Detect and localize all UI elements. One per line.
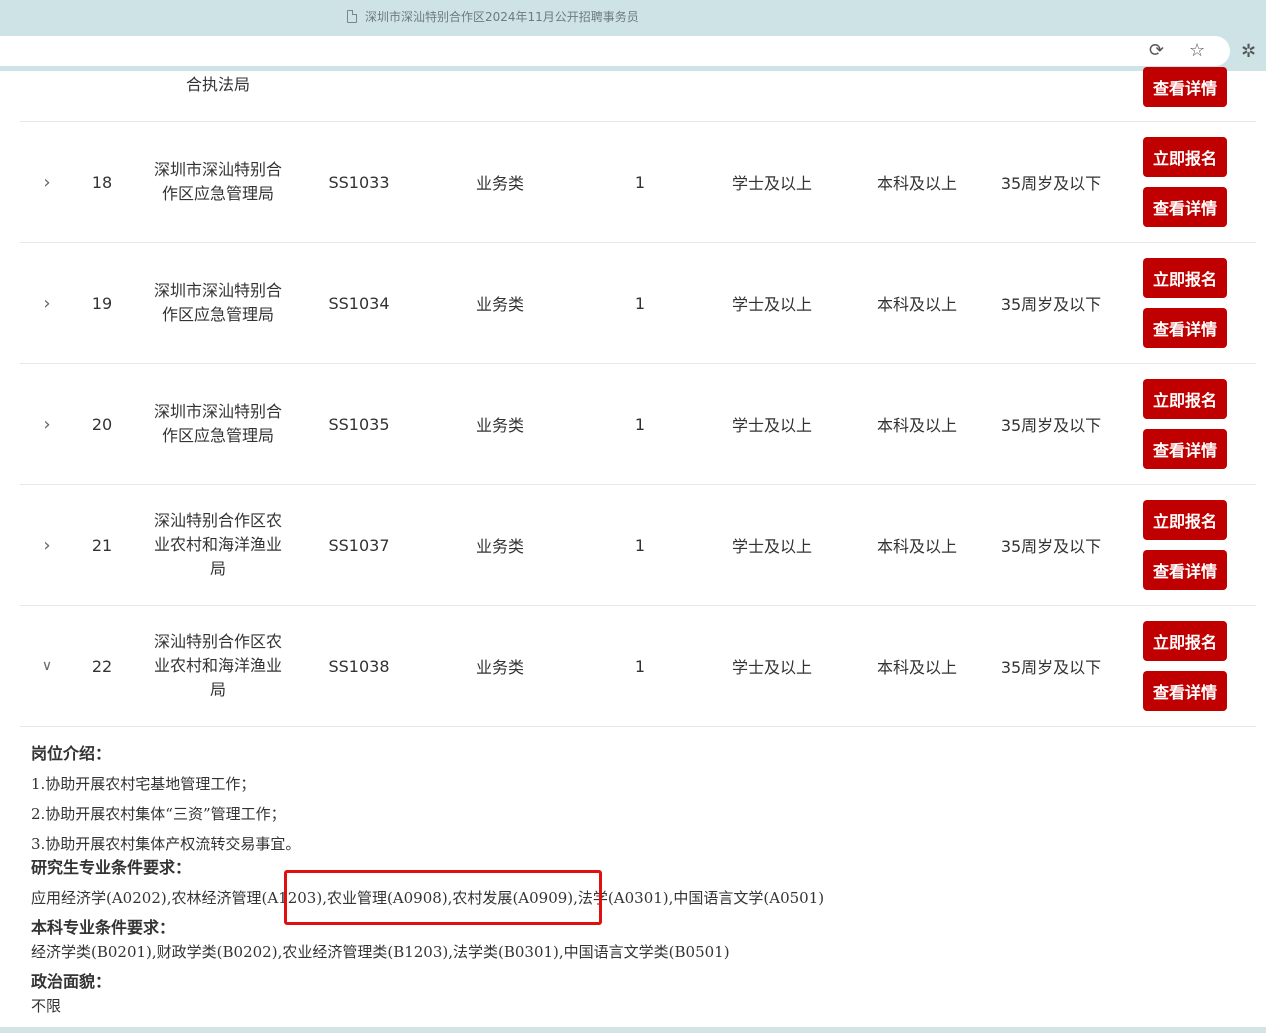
action-buttons: 查看详情 [1143,67,1227,117]
education-req: 本科及以上 [876,537,957,556]
view-details-button[interactable]: 查看详情 [1143,550,1227,590]
chevron-right-icon[interactable]: › [32,485,62,605]
row-number: 21 [91,535,113,555]
url-input[interactable]: ⟳ ☆ [0,36,1230,66]
position-detail: 岗位介绍： 1.协助开展农村宅基地管理工作； 2.协助开展农村集体“三资”管理工… [31,742,1231,1024]
age-req: 35周岁及以下 [1000,658,1102,677]
degree-req: 学士及以上 [731,416,812,435]
political-heading: 政治面貌： [31,972,112,991]
view-details-button[interactable]: 查看详情 [1143,429,1227,469]
degree-req: 学士及以上 [731,537,812,556]
unit-cell: 深汕特别合作区农业农村和海洋渔业局 [153,632,282,699]
apply-button[interactable]: 立即报名 [1143,500,1227,540]
action-buttons: 立即报名 查看详情 [1143,364,1227,484]
undergrad-req-text: 经济学类(B0201),财政学类(B0202),农业经济管理类(B1203),法… [31,943,730,961]
table-row: › 20 深圳市深汕特别合作区应急管理局 SS1035 业务类 1 学士及以上 … [20,364,1256,485]
refresh-icon[interactable]: ⟳ [1149,41,1164,61]
table-row-expanded: ∨ 22 深汕特别合作区农业农村和海洋渔业局 SS1038 业务类 1 学士及以… [20,606,1256,727]
position-code: SS1037 [328,535,390,555]
action-buttons: 立即报名 查看详情 [1143,485,1227,605]
tab-title-area[interactable]: 深圳市深汕特别合作区2024年11月公开招聘事务员 [347,8,639,25]
unit-cell: 深圳市深汕特别合作区应急管理局 [153,281,282,324]
political-text: 不限 [31,997,62,1015]
view-details-button[interactable]: 查看详情 [1143,671,1227,711]
education-req: 本科及以上 [876,658,957,677]
highlight-annotation [284,870,602,925]
position-code: SS1038 [328,656,390,676]
education-req: 本科及以上 [876,295,957,314]
intro-line: 2.协助开展农村集体“三资”管理工作； [31,805,286,823]
address-bar: ⟳ ☆ ✲ [0,34,1266,68]
headcount: 1 [634,535,646,555]
degree-req: 学士及以上 [731,295,812,314]
document-icon [347,10,357,23]
age-req: 35周岁及以下 [1000,416,1102,435]
table-row: › 19 深圳市深汕特别合作区应急管理局 SS1034 业务类 1 学士及以上 … [20,243,1256,364]
headcount: 1 [634,293,646,313]
position-type: 业务类 [475,658,524,677]
view-details-button[interactable]: 查看详情 [1143,308,1227,348]
star-icon[interactable]: ☆ [1189,41,1205,61]
browser-title-bar: 深圳市深汕特别合作区2024年11月公开招聘事务员 [0,0,1266,34]
tab-title: 深圳市深汕特别合作区2024年11月公开招聘事务员 [365,10,639,24]
intro-heading: 岗位介绍： [31,744,112,763]
headcount: 1 [634,414,646,434]
education-req: 本科及以上 [876,416,957,435]
apply-button[interactable]: 立即报名 [1143,621,1227,661]
age-req: 35周岁及以下 [1000,295,1102,314]
grad-req-heading: 研究生专业条件要求： [31,858,192,877]
unit-cell: 深圳市深汕特别合作区应急管理局 [153,402,282,445]
row-number: 18 [91,172,113,192]
job-table: 合执法局 查看详情 › 18 深圳市深汕特别合作区应急管理局 SS1033 业务… [20,67,1256,727]
table-row-partial: 合执法局 查看详情 [20,67,1256,122]
unit-cell: 深圳市深汕特别合作区应急管理局 [153,160,282,203]
chevron-right-icon[interactable]: › [32,364,62,484]
age-req: 35周岁及以下 [1000,174,1102,193]
position-code: SS1034 [328,293,390,313]
apply-button[interactable]: 立即报名 [1143,258,1227,298]
degree-req: 学士及以上 [731,658,812,677]
action-buttons: 立即报名 查看详情 [1143,606,1227,726]
position-type: 业务类 [475,416,524,435]
undergrad-req-heading: 本科专业条件要求： [31,918,176,937]
extensions-icon[interactable]: ✲ [1241,42,1256,62]
chevron-right-icon[interactable]: › [32,122,62,242]
intro-line: 1.协助开展农村宅基地管理工作； [31,775,256,793]
grad-req-text: 应用经济学(A0202),农林经济管理(A1203),农业管理(A0908),农… [31,889,825,907]
position-type: 业务类 [475,295,524,314]
view-details-button[interactable]: 查看详情 [1143,67,1227,107]
apply-button[interactable]: 立即报名 [1143,137,1227,177]
position-code: SS1033 [328,172,390,192]
age-req: 35周岁及以下 [1000,537,1102,556]
row-number: 19 [91,293,113,313]
headcount: 1 [634,656,646,676]
unit-cell: 合执法局 [185,75,250,94]
chevron-down-icon[interactable]: ∨ [32,606,62,726]
degree-req: 学士及以上 [731,174,812,193]
position-code: SS1035 [328,414,390,434]
action-buttons: 立即报名 查看详情 [1143,243,1227,363]
view-details-button[interactable]: 查看详情 [1143,187,1227,227]
position-type: 业务类 [475,174,524,193]
apply-button[interactable]: 立即报名 [1143,379,1227,419]
row-number: 22 [91,656,113,676]
position-type: 业务类 [475,537,524,556]
unit-cell: 深汕特别合作区农业农村和海洋渔业局 [153,511,282,578]
table-row: › 18 深圳市深汕特别合作区应急管理局 SS1033 业务类 1 学士及以上 … [20,122,1256,243]
action-buttons: 立即报名 查看详情 [1143,122,1227,242]
bottom-border [0,1027,1266,1033]
intro-line: 3.协助开展农村集体产权流转交易事宜。 [31,835,301,853]
education-req: 本科及以上 [876,174,957,193]
chevron-right-icon[interactable]: › [32,243,62,363]
headcount: 1 [634,172,646,192]
table-row: › 21 深汕特别合作区农业农村和海洋渔业局 SS1037 业务类 1 学士及以… [20,485,1256,606]
row-number: 20 [91,414,113,434]
